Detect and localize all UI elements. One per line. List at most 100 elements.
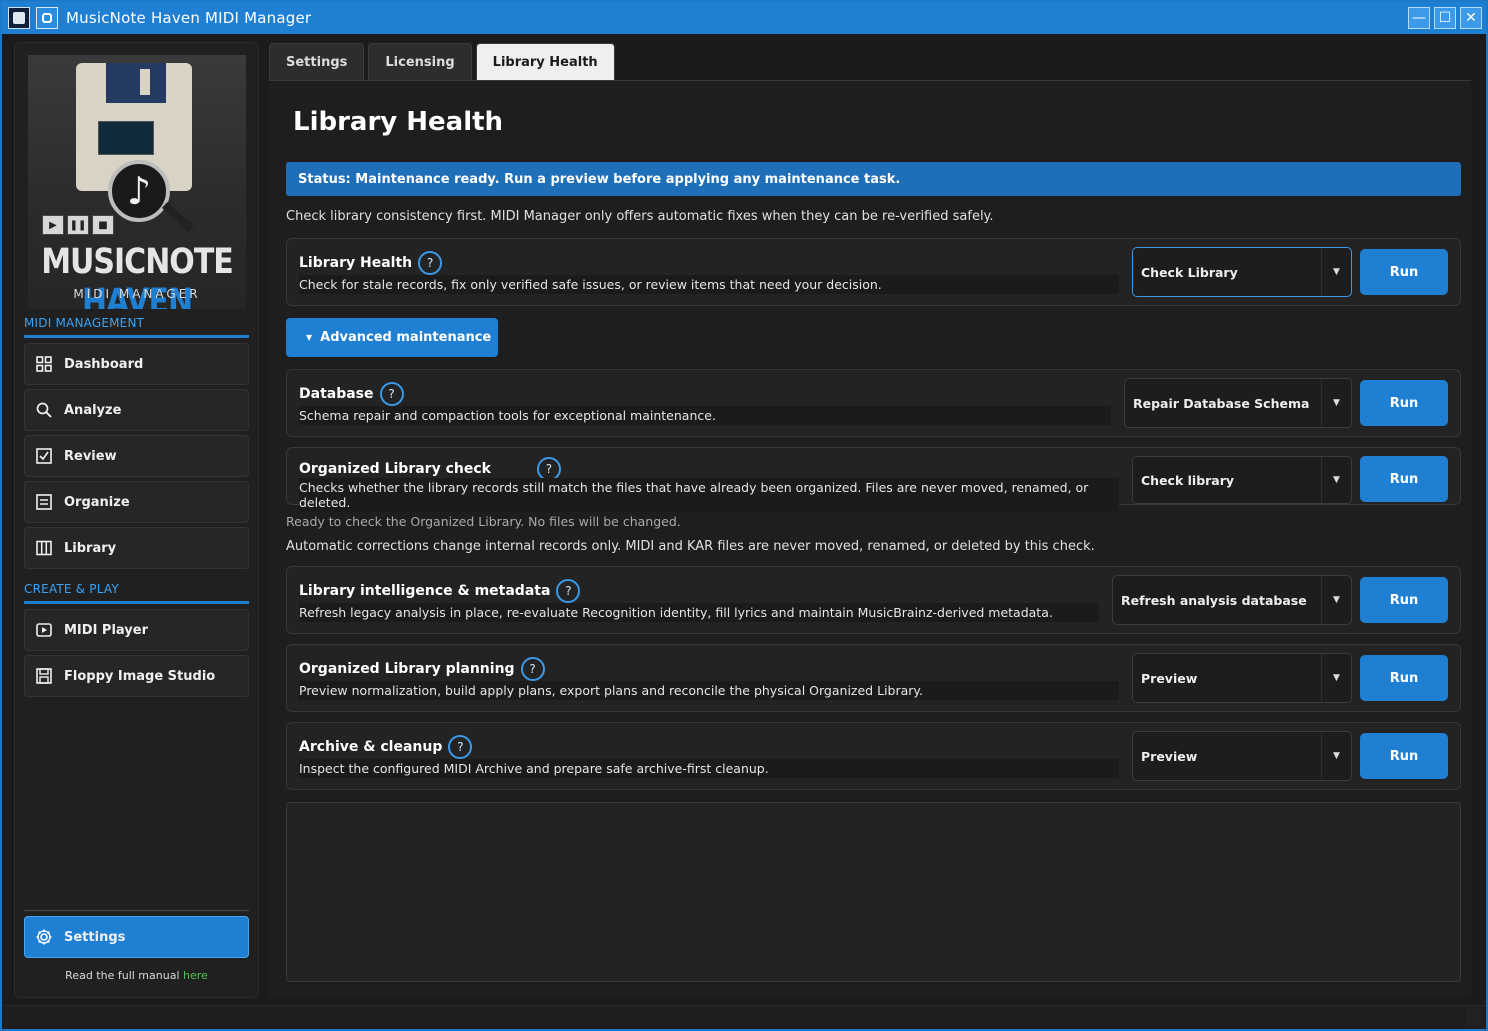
app-icon[interactable] [8, 7, 30, 29]
output-log[interactable] [286, 802, 1461, 982]
card-database: Database? Schema repair and compaction t… [286, 369, 1461, 437]
status-bar [4, 1005, 1486, 1029]
sidebar-item-label: Review [64, 448, 117, 464]
auto-corrections-note: Automatic corrections change internal re… [286, 539, 1095, 554]
sidebar-item-midi-player[interactable]: MIDI Player [24, 609, 249, 651]
window-controls: — ☐ ✕ [1408, 7, 1482, 29]
manual-link[interactable]: here [183, 969, 208, 982]
close-button[interactable]: ✕ [1460, 7, 1482, 29]
library-health-panel: Library Health Status: Maintenance ready… [269, 80, 1471, 998]
chevron-down-icon: ▼ [1321, 654, 1351, 702]
manual-text: Read the full manual [65, 969, 184, 982]
app-window: MusicNote Haven MIDI Manager — ☐ ✕ ♪ ▶ ❚❚… [0, 0, 1488, 1031]
help-icon[interactable]: ? [379, 382, 404, 406]
chevron-down-icon: ▼ [1321, 457, 1351, 503]
list-icon [35, 493, 53, 511]
sidebar-item-label: Dashboard [64, 356, 144, 372]
tab-settings[interactable]: Settings [269, 43, 365, 80]
chevron-down-icon: ▼ [1321, 248, 1351, 296]
run-button[interactable]: Run [1360, 249, 1448, 295]
sidebar-item-review[interactable]: Review [24, 435, 249, 477]
manual-line: Read the full manual here [15, 969, 258, 982]
floppy-icon [35, 667, 53, 685]
status-banner: Status: Maintenance ready. Run a preview… [286, 162, 1461, 196]
help-icon[interactable]: ? [448, 735, 473, 759]
card-description: Refresh legacy analysis in place, re-eva… [299, 603, 1099, 622]
help-icon[interactable]: ? [520, 657, 545, 681]
chevron-down-icon: ▼ [1321, 732, 1351, 780]
tab-bar: Settings Licensing Library Health [269, 43, 615, 81]
archive-select[interactable]: Preview ▼ [1132, 731, 1352, 781]
sidebar-item-analyze[interactable]: Analyze [24, 389, 249, 431]
search-icon [35, 401, 53, 419]
run-button[interactable]: Run [1360, 456, 1448, 502]
run-button[interactable]: Run [1360, 577, 1448, 623]
run-button[interactable]: Run [1360, 380, 1448, 426]
brand-logo: ♪ ▶ ❚❚ ■ MUSICNOTE HAVEN MIDI MANAGER [28, 55, 246, 309]
dashboard-icon [35, 355, 53, 373]
playback-controls-illustration: ▶ ❚❚ ■ [42, 215, 114, 235]
help-icon[interactable]: ? [556, 579, 581, 603]
card-description: Checks whether the library records still… [299, 478, 1119, 512]
card-description: Schema repair and compaction tools for e… [299, 406, 1111, 425]
section-divider [24, 335, 249, 338]
planning-select[interactable]: Preview ▼ [1132, 653, 1352, 703]
settings-divider [24, 910, 249, 911]
run-button[interactable]: Run [1360, 655, 1448, 701]
page-title: Library Health [293, 107, 504, 137]
sidebar-item-label: Analyze [64, 402, 122, 418]
sidebar-item-dashboard[interactable]: Dashboard [24, 343, 249, 385]
card-library-intelligence: Library intelligence & metadata? Refresh… [286, 566, 1461, 634]
sidebar-item-settings[interactable]: Settings [24, 916, 249, 958]
section-midi-management: MIDI MANAGEMENT [24, 316, 145, 330]
intro-text: Check library consistency first. MIDI Ma… [286, 209, 994, 224]
card-title: Library intelligence & metadata? [299, 579, 581, 603]
card-archive-cleanup: Archive & cleanup? Inspect the configure… [286, 722, 1461, 790]
sidebar: ♪ ▶ ❚❚ ■ MUSICNOTE HAVEN MIDI MANAGER MIDI… [14, 42, 259, 998]
card-title: Archive & cleanup? [299, 735, 473, 759]
sidebar-item-label: Settings [64, 929, 126, 945]
minimize-button[interactable]: — [1408, 7, 1430, 29]
card-library-health: Library Health? Check for stale records,… [286, 238, 1461, 306]
checkbox-icon [35, 447, 53, 465]
resize-grip[interactable] [1466, 1009, 1482, 1025]
help-icon[interactable]: ? [418, 251, 443, 275]
card-title: Library Health? [299, 251, 443, 275]
chevron-down-icon: ▼ [306, 333, 313, 342]
sidebar-item-organize[interactable]: Organize [24, 481, 249, 523]
section-create-play: CREATE & PLAY [24, 582, 119, 596]
sidebar-item-label: Library [64, 540, 117, 556]
maximize-button[interactable]: ☐ [1434, 7, 1456, 29]
library-health-select[interactable]: Check Library ▼ [1132, 247, 1352, 297]
card-title: Database? [299, 382, 404, 406]
card-organized-library-check: Organized Library check? Checks whether … [286, 447, 1461, 512]
brand-subtitle: MIDI MANAGER [73, 287, 201, 301]
organized-check-select[interactable]: Check library ▼ [1132, 456, 1352, 504]
chevron-down-icon: ▼ [1321, 576, 1351, 624]
tab-library-health[interactable]: Library Health [475, 43, 615, 81]
sidebar-item-label: Organize [64, 494, 130, 510]
play-icon [35, 621, 53, 639]
tab-licensing[interactable]: Licensing [368, 43, 472, 80]
sidebar-item-label: Floppy Image Studio [64, 668, 216, 684]
sidebar-item-floppy-image-studio[interactable]: Floppy Image Studio [24, 655, 249, 697]
section-divider [24, 601, 249, 604]
sidebar-item-label: MIDI Player [64, 622, 148, 638]
title-bar: MusicNote Haven MIDI Manager — ☐ ✕ [2, 2, 1486, 34]
card-description: Inspect the configured MIDI Archive and … [299, 759, 1119, 778]
music-note-icon: ♪ [108, 160, 170, 222]
card-description: Preview normalization, build apply plans… [299, 681, 1119, 700]
window-title: MusicNote Haven MIDI Manager [66, 9, 312, 27]
card-description: Check for stale records, fix only verifi… [299, 275, 1119, 294]
sidebar-item-library[interactable]: Library [24, 527, 249, 569]
run-button[interactable]: Run [1360, 733, 1448, 779]
card-organized-library-planning: Organized Library planning? Preview norm… [286, 644, 1461, 712]
gear-icon [35, 928, 53, 946]
intelligence-select[interactable]: Refresh analysis database ▼ [1112, 575, 1352, 625]
window-menu-icon[interactable] [36, 7, 58, 29]
columns-icon [35, 539, 53, 557]
database-select[interactable]: Repair Database Schema ▼ [1124, 378, 1352, 428]
advanced-maintenance-toggle[interactable]: ▼ Advanced maintenance [286, 318, 498, 357]
chevron-down-icon: ▼ [1321, 379, 1351, 427]
organized-status-text: Ready to check the Organized Library. No… [286, 514, 681, 529]
